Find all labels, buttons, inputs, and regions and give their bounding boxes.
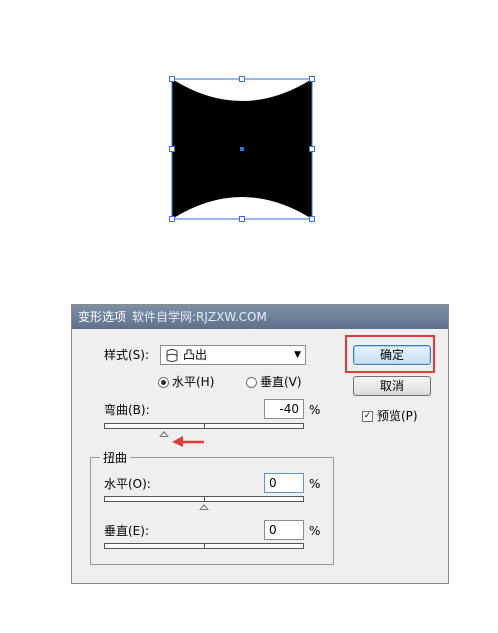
bend-input[interactable]: -40 [264, 399, 304, 419]
dialog-titlebar[interactable]: 变形选项 软件自学网:RJZXW.COM [72, 305, 448, 329]
distort-vertical-midmark [204, 544, 205, 548]
style-select-value: 凸出 [183, 348, 208, 362]
cancel-button[interactable]: 取消 [353, 376, 431, 396]
bend-slider-midmark [204, 424, 205, 428]
style-label: 样式(S): [104, 348, 150, 362]
center-point [240, 147, 244, 151]
bend-label: 弯曲(B): [104, 403, 150, 417]
bend-percent: % [309, 403, 321, 417]
vertical-radio-label[interactable]: 垂直(V) [260, 375, 302, 389]
ok-button[interactable]: 确定 [353, 345, 431, 365]
distort-horizontal-thumb[interactable] [199, 504, 209, 510]
preview-checkbox[interactable]: ✓ [362, 411, 373, 422]
dropdown-caret-icon: ▼ [294, 350, 301, 360]
dialog-title: 变形选项 [78, 310, 127, 324]
distort-vertical-slider[interactable] [104, 543, 304, 549]
distort-horizontal-slider[interactable] [104, 496, 304, 510]
bend-slider-thumb[interactable] [159, 431, 170, 437]
distort-vertical-percent: % [309, 524, 321, 538]
distort-vertical-input[interactable]: 0 [264, 520, 304, 540]
distort-horizontal-midmark [204, 497, 205, 501]
style-select[interactable]: 凸出 ▼ [160, 345, 306, 365]
convex-shape-icon [166, 349, 178, 362]
bend-slider[interactable] [104, 423, 304, 437]
distort-horizontal-label: 水平(O): [104, 477, 151, 491]
distort-horizontal-input[interactable]: 0 [264, 473, 304, 493]
distortion-group-title: 扭曲 [100, 451, 131, 465]
artboard [0, 0, 498, 260]
horizontal-radio-label[interactable]: 水平(H) [172, 375, 214, 389]
warped-shape-preview [169, 76, 315, 222]
red-arrow-icon [172, 436, 204, 447]
horizontal-radio[interactable] [158, 377, 169, 388]
vertical-radio[interactable] [246, 377, 257, 388]
preview-label[interactable]: 预览(P) [377, 409, 418, 423]
warp-options-dialog: 变形选项 软件自学网:RJZXW.COM 样式(S): 凸出 ▼ 水平(H) 垂直… [71, 304, 449, 584]
distort-vertical-label: 垂直(E): [104, 524, 149, 538]
watermark-text: 软件自学网:RJZXW.COM [132, 310, 267, 324]
distort-horizontal-percent: % [309, 477, 321, 491]
